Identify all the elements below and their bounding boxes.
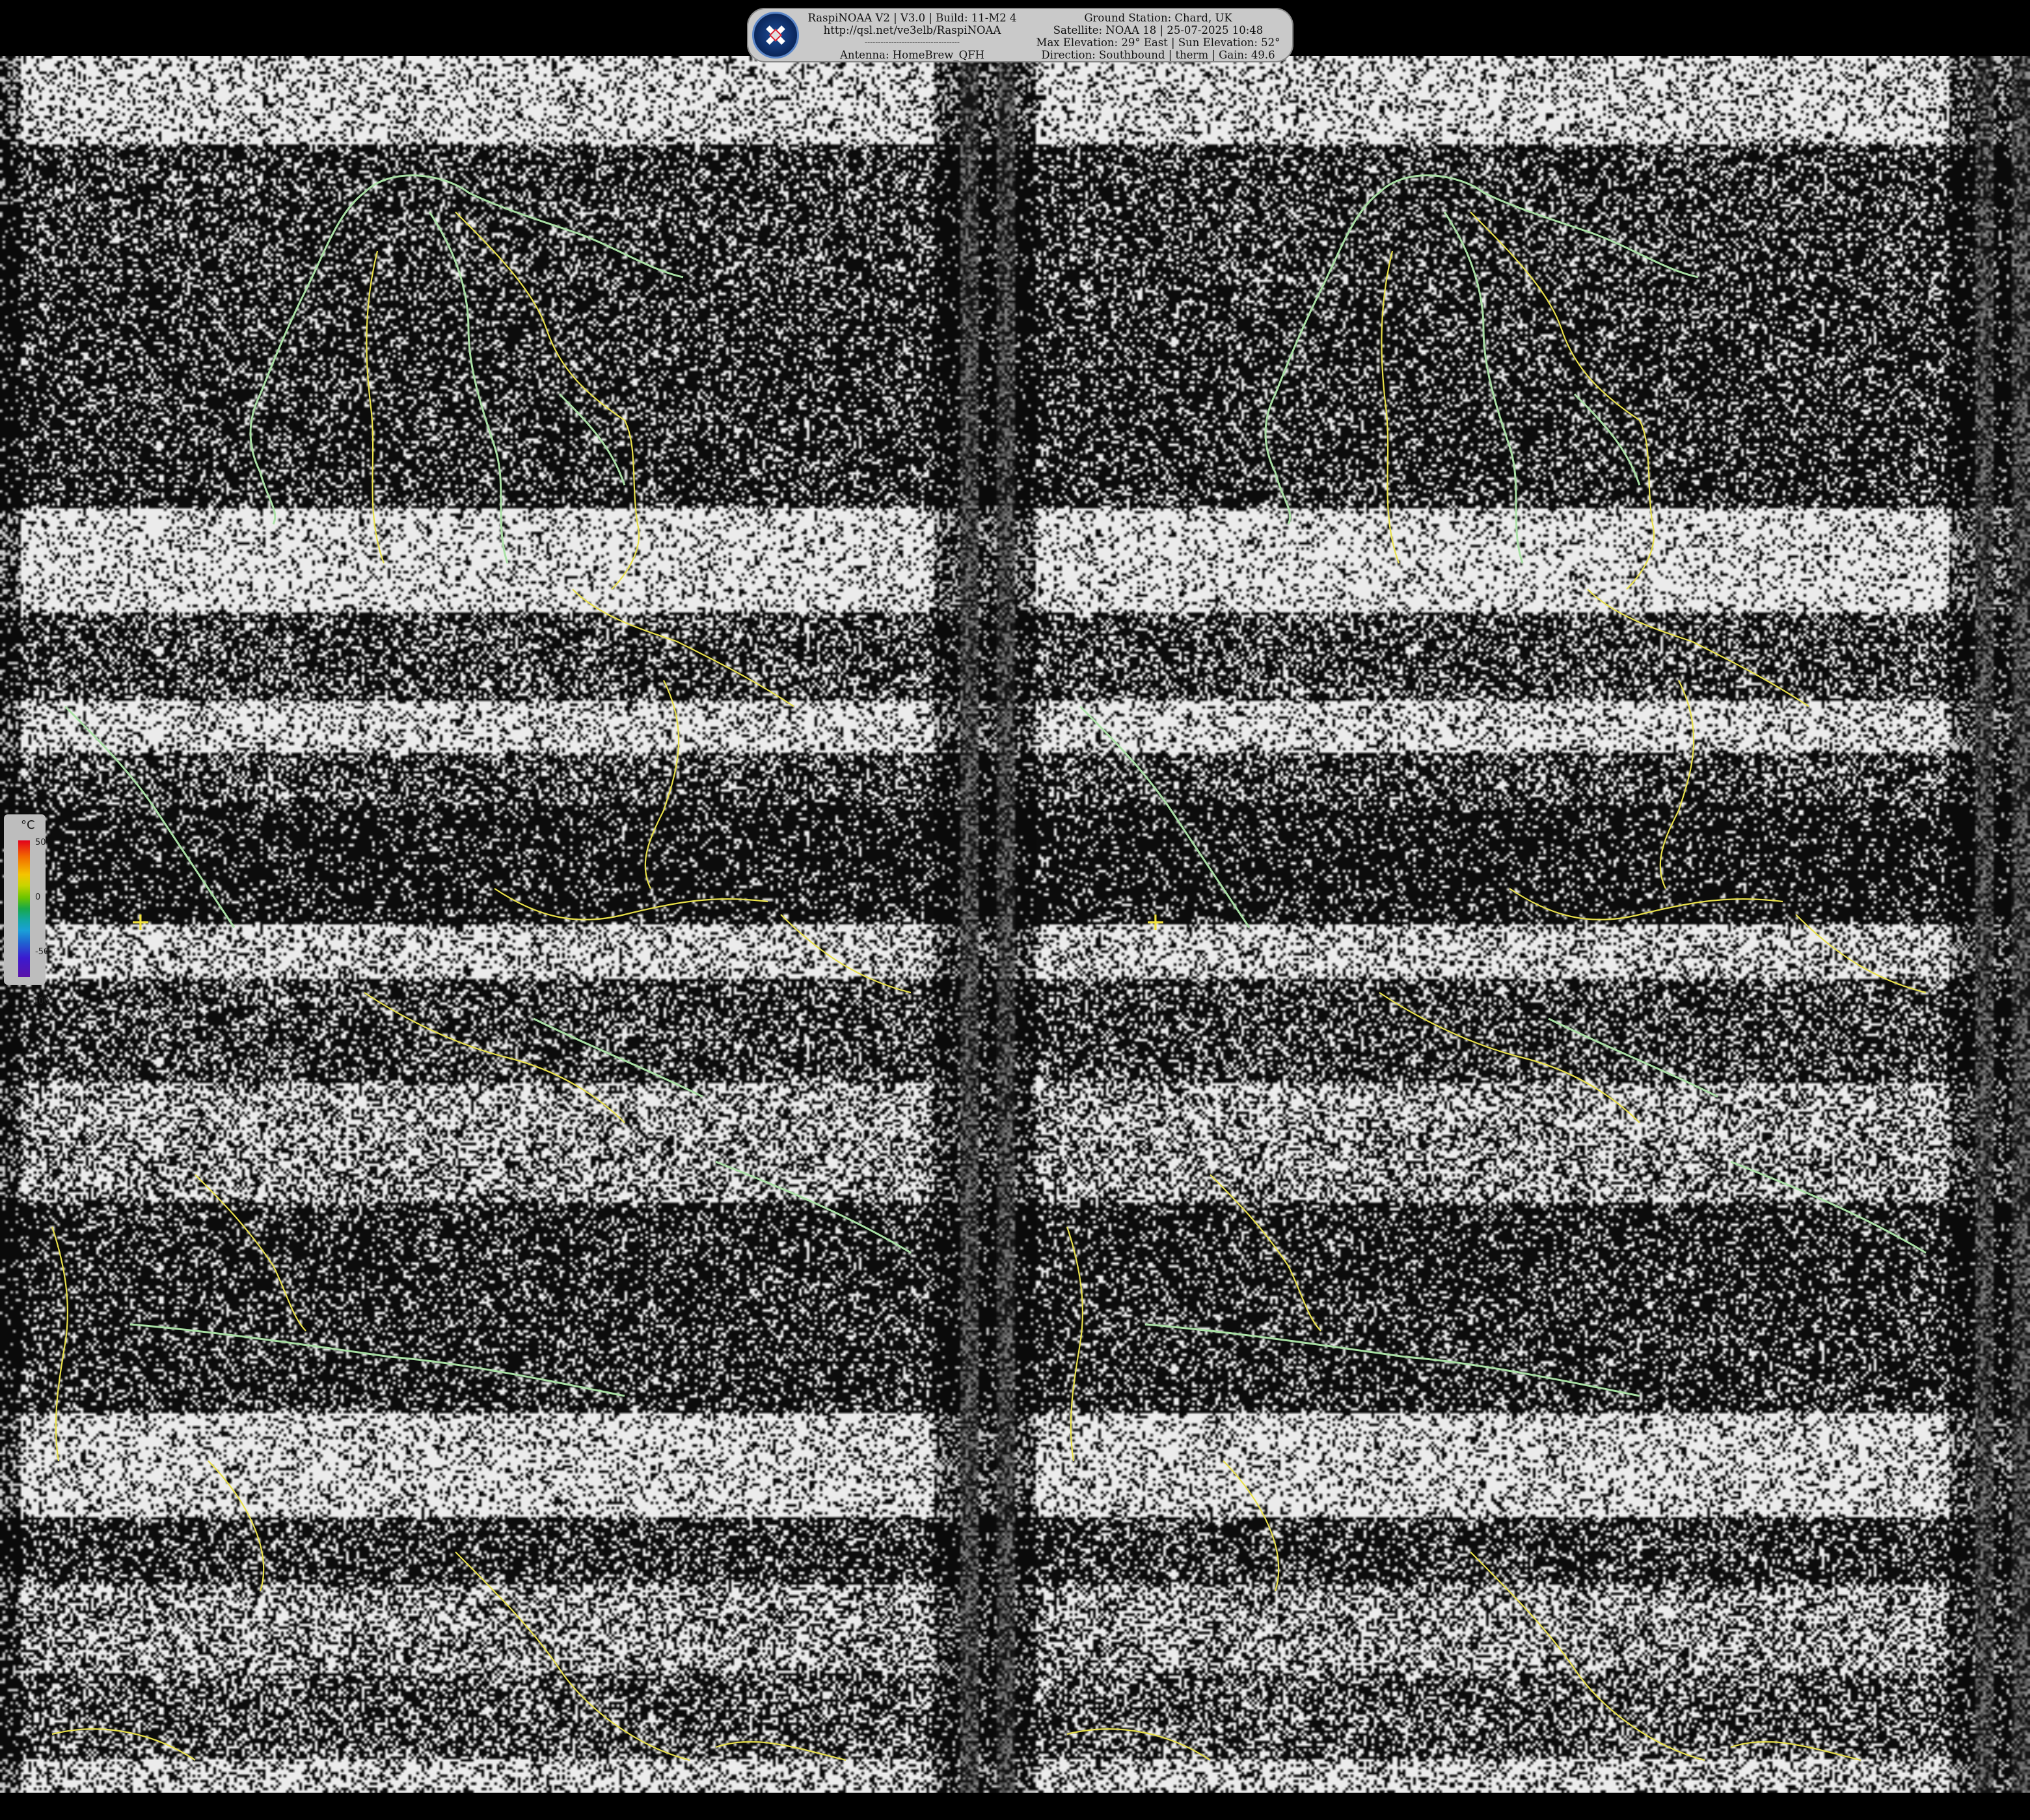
legend-unit: °C — [21, 818, 35, 832]
header-satellite-line: Satellite: NOAA 18 | 25-07-2025 10:48 — [1053, 24, 1264, 36]
right-border-10 — [1470, 1551, 1705, 1761]
left-border-10 — [455, 1551, 690, 1761]
map-overlay: + + — [51, 174, 1927, 1761]
legend-color-bar — [18, 840, 30, 977]
right-coastline-4 — [1079, 705, 1251, 928]
temperature-legend: °C 50 0 -50 -100 — [4, 814, 49, 1006]
right-border-11 — [1730, 1741, 1861, 1761]
header-left-text: RaspiNOAA V2 | V3.0 | Build: 11-M2 4 htt… — [802, 12, 1023, 61]
header-url-line[interactable]: http://qsl.net/ve3elb/RaspiNOAA — [802, 24, 1023, 36]
header-software-line: RaspiNOAA V2 | V3.0 | Build: 11-M2 4 — [807, 12, 1017, 24]
right-coastline-3 — [1573, 393, 1641, 486]
right-coastline-6 — [1144, 1323, 1640, 1397]
left-border-1 — [366, 250, 385, 564]
left-coastline-1 — [249, 191, 365, 525]
left-border-0 — [455, 211, 640, 590]
left-coastline-2 — [428, 211, 509, 564]
right-border-1 — [1381, 250, 1400, 564]
left-border-2 — [572, 589, 794, 707]
right-border-0 — [1470, 211, 1655, 590]
right-border-6 — [1795, 914, 1927, 994]
right-coastline-0 — [1378, 174, 1699, 278]
satellite-icon — [760, 20, 791, 51]
left-border-6 — [780, 914, 912, 994]
right-coastline-1 — [1264, 191, 1380, 525]
legend-tick: -50 — [35, 947, 49, 957]
right-coastline-2 — [1443, 211, 1524, 564]
header-antenna-line: Antenna: HomeBrew_QFH — [839, 49, 985, 61]
legend-tick: 50 — [35, 838, 46, 848]
satellite-logo-icon — [752, 12, 799, 59]
left-station-marker: + — [130, 907, 151, 936]
left-coastline-6 — [129, 1323, 625, 1397]
legend-tick: 0 — [35, 892, 41, 902]
left-coastline-7 — [715, 1160, 912, 1254]
legend-tick: -100 — [30, 997, 49, 1006]
right-station-marker: + — [1145, 907, 1166, 936]
right-border-3 — [1659, 680, 1695, 889]
header-divider-line: ------------------------------------ — [865, 38, 960, 47]
left-coastline-0 — [363, 174, 684, 278]
header-direction-line: Direction: Southbound | therm | Gain: 49… — [1041, 49, 1275, 61]
header-station-line: Ground Station: Chard, UK — [1084, 12, 1232, 24]
left-border-3 — [644, 680, 680, 889]
left-coastline-3 — [558, 393, 626, 486]
left-border-12 — [208, 1460, 265, 1592]
left-border-11 — [715, 1741, 846, 1761]
header-right-text: Ground Station: Chard, UK Satellite: NOA… — [1028, 12, 1288, 61]
left-coastline-5 — [533, 1017, 703, 1098]
right-border-7 — [1210, 1174, 1321, 1332]
right-border-4 — [1509, 888, 1783, 920]
right-border-12 — [1223, 1460, 1280, 1592]
header-elevation-line: Max Elevation: 29° East | Sun Elevation:… — [1036, 36, 1280, 49]
left-border-4 — [494, 888, 768, 920]
right-border-8 — [1066, 1226, 1084, 1462]
right-coastline-5 — [1548, 1017, 1718, 1098]
satellite-image: + + — [0, 0, 2030, 1820]
left-border-5 — [364, 992, 625, 1123]
right-coastline-7 — [1730, 1160, 1927, 1254]
left-border-9 — [51, 1728, 196, 1761]
right-border-9 — [1066, 1728, 1211, 1761]
right-border-5 — [1379, 992, 1640, 1123]
left-border-8 — [51, 1226, 69, 1462]
left-coastline-4 — [64, 705, 236, 928]
right-border-2 — [1587, 589, 1809, 707]
left-border-7 — [195, 1174, 306, 1332]
